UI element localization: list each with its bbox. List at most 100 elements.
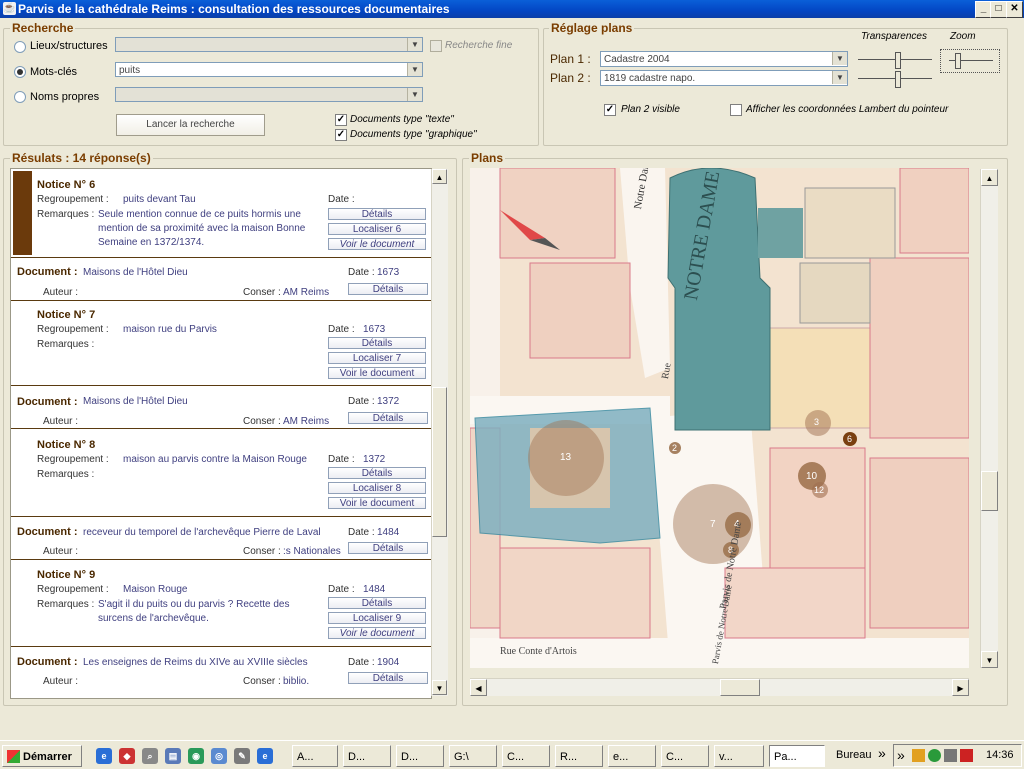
noms-combo[interactable]: ▼	[115, 87, 423, 102]
taskbar-item[interactable]: D...	[343, 745, 391, 767]
search-icon[interactable]: ⌕	[142, 748, 158, 764]
auteur-label: Auteur :	[43, 416, 79, 427]
plan1-combo[interactable]: Cadastre 2004 ▼	[600, 51, 848, 67]
app-icon[interactable]: ◆	[119, 748, 135, 764]
voir-document-button[interactable]: Voir le document	[328, 238, 426, 250]
list-item[interactable]: Document : Les enseignes de Reims du XIV…	[11, 647, 431, 689]
list-item[interactable]: Document : Maisons de l'Hôtel Dieu Date …	[11, 258, 431, 300]
marker-label: 10	[806, 471, 818, 482]
date-value: 1372	[363, 454, 386, 465]
taskbar-item[interactable]: D...	[396, 745, 444, 767]
plan2-visible-checkbox[interactable]: ✓	[604, 104, 616, 116]
tool-icon[interactable]: ✎	[234, 748, 250, 764]
ie-icon[interactable]: e	[96, 748, 112, 764]
motscles-radio[interactable]	[14, 66, 26, 78]
system-tray: » 14:36	[893, 744, 1022, 767]
taskbar-item[interactable]: A...	[292, 745, 338, 767]
search-button[interactable]: Lancer la recherche	[116, 114, 265, 136]
details-button[interactable]: Détails	[348, 542, 428, 554]
results-scroll-thumb[interactable]	[432, 387, 447, 537]
motscles-combo[interactable]: puits ▼	[115, 62, 423, 77]
taskbar-item[interactable]: v...	[714, 745, 764, 767]
map-hscrollbar[interactable]: ◀ ▶	[470, 678, 969, 696]
scroll-up-button[interactable]: ▲	[981, 169, 998, 186]
scroll-left-button[interactable]: ◀	[470, 679, 487, 696]
tray-icon[interactable]	[960, 749, 973, 762]
plan2-label: Plan 2 :	[550, 71, 591, 85]
tray-icon[interactable]	[928, 749, 941, 762]
taskbar-item[interactable]: G:\	[449, 745, 497, 767]
details-button[interactable]: Détails	[328, 208, 426, 220]
chevron-down-icon: ▼	[407, 63, 422, 76]
results-scrollbar[interactable]: ▲ ▼	[431, 169, 448, 696]
list-item[interactable]: Notice N° 6 Regroupement : puits devant …	[11, 169, 431, 257]
network-icon[interactable]: ◎	[211, 748, 227, 764]
map-vscroll-thumb[interactable]	[981, 471, 998, 511]
doc-texte-checkbox[interactable]: ✓	[335, 114, 347, 126]
results-title: Résulats : 14 réponse(s)	[10, 151, 153, 165]
lieux-combo[interactable]: ▼	[115, 37, 423, 52]
taskbar-item[interactable]: C...	[661, 745, 709, 767]
list-item[interactable]: Document : Maisons de l'Hôtel Dieu Date …	[11, 386, 431, 428]
transparency-slider-2-thumb[interactable]	[895, 71, 901, 88]
lambert-checkbox[interactable]	[730, 104, 742, 116]
taskbar-item[interactable]: C...	[502, 745, 550, 767]
details-button[interactable]: Détails	[348, 412, 428, 424]
globe-icon[interactable]: ◉	[188, 748, 204, 764]
zoom-label: Zoom	[950, 31, 976, 42]
start-button[interactable]: Démarrer	[2, 745, 82, 767]
scroll-down-button[interactable]: ▼	[432, 680, 447, 695]
plan1-value: Cadastre 2004	[604, 54, 670, 65]
zoom-slider-thumb[interactable]	[955, 53, 961, 69]
date-label: Date :	[348, 396, 375, 407]
list-item[interactable]: Document : receveur du temporel de l'arc…	[11, 517, 431, 559]
marker-label: 6	[847, 434, 853, 444]
doc-graphique-label: Documents type "graphique"	[350, 129, 477, 140]
details-button[interactable]: Détails	[348, 283, 428, 295]
maximize-button[interactable]: □	[990, 1, 1007, 18]
scroll-down-button[interactable]: ▼	[981, 651, 998, 668]
localiser-button[interactable]: Localiser 7	[328, 352, 426, 364]
remarques-label: Remarques :	[37, 599, 95, 610]
conser-value: biblio.	[283, 676, 310, 687]
details-button[interactable]: Détails	[328, 467, 426, 479]
lieux-radio[interactable]	[14, 41, 26, 53]
tray-icon[interactable]	[912, 749, 925, 762]
marker-label: 7	[710, 519, 716, 530]
remarques-label: Remarques :	[37, 469, 95, 480]
scroll-up-button[interactable]: ▲	[432, 169, 447, 184]
tray-icon[interactable]	[944, 749, 957, 762]
localiser-button[interactable]: Localiser 9	[328, 612, 426, 624]
voir-document-button[interactable]: Voir le document	[328, 367, 426, 379]
localiser-button[interactable]: Localiser 8	[328, 482, 426, 494]
details-button[interactable]: Détails	[348, 672, 428, 684]
list-item[interactable]: Notice N° 9 Regroupement : Maison Rouge …	[11, 560, 431, 646]
localiser-button[interactable]: Localiser 6	[328, 223, 426, 235]
details-button[interactable]: Détails	[328, 597, 426, 609]
bureau-chevron[interactable]: »	[878, 745, 886, 761]
list-item[interactable]: Notice N° 7 Regroupement : maison rue du…	[11, 301, 431, 385]
map-canvas[interactable]: 13 2 3 6 10 12 7 4 8 Notre Dame NOTRE DA…	[470, 168, 969, 668]
map-vscrollbar[interactable]: ▲ ▼	[980, 169, 998, 668]
document-icon[interactable]: ▤	[165, 748, 181, 764]
transparency-slider-1-thumb[interactable]	[895, 52, 901, 69]
details-button[interactable]: Détails	[328, 337, 426, 349]
date-label: Date :	[328, 324, 355, 335]
taskbar-item[interactable]: R...	[555, 745, 603, 767]
zoom-slider[interactable]	[940, 49, 1000, 73]
voir-document-button[interactable]: Voir le document	[328, 627, 426, 639]
scroll-right-button[interactable]: ▶	[952, 679, 969, 696]
recherche-fine-checkbox[interactable]	[430, 40, 442, 52]
taskbar-item[interactable]: e...	[608, 745, 656, 767]
list-item[interactable]: Notice N° 8 Regroupement : maison au par…	[11, 429, 431, 516]
map-hscroll-thumb[interactable]	[720, 679, 760, 696]
close-button[interactable]: ✕	[1006, 1, 1023, 18]
doc-graphique-checkbox[interactable]: ✓	[335, 129, 347, 141]
tray-expand[interactable]: »	[897, 747, 905, 763]
auteur-label: Auteur :	[43, 546, 79, 557]
plan2-combo[interactable]: 1819 cadastre napo. ▼	[600, 70, 848, 86]
voir-document-button[interactable]: Voir le document	[328, 497, 426, 509]
ie-icon[interactable]: e	[257, 748, 273, 764]
taskbar-item-active[interactable]: Pa...	[769, 745, 825, 767]
noms-radio[interactable]	[14, 91, 26, 103]
